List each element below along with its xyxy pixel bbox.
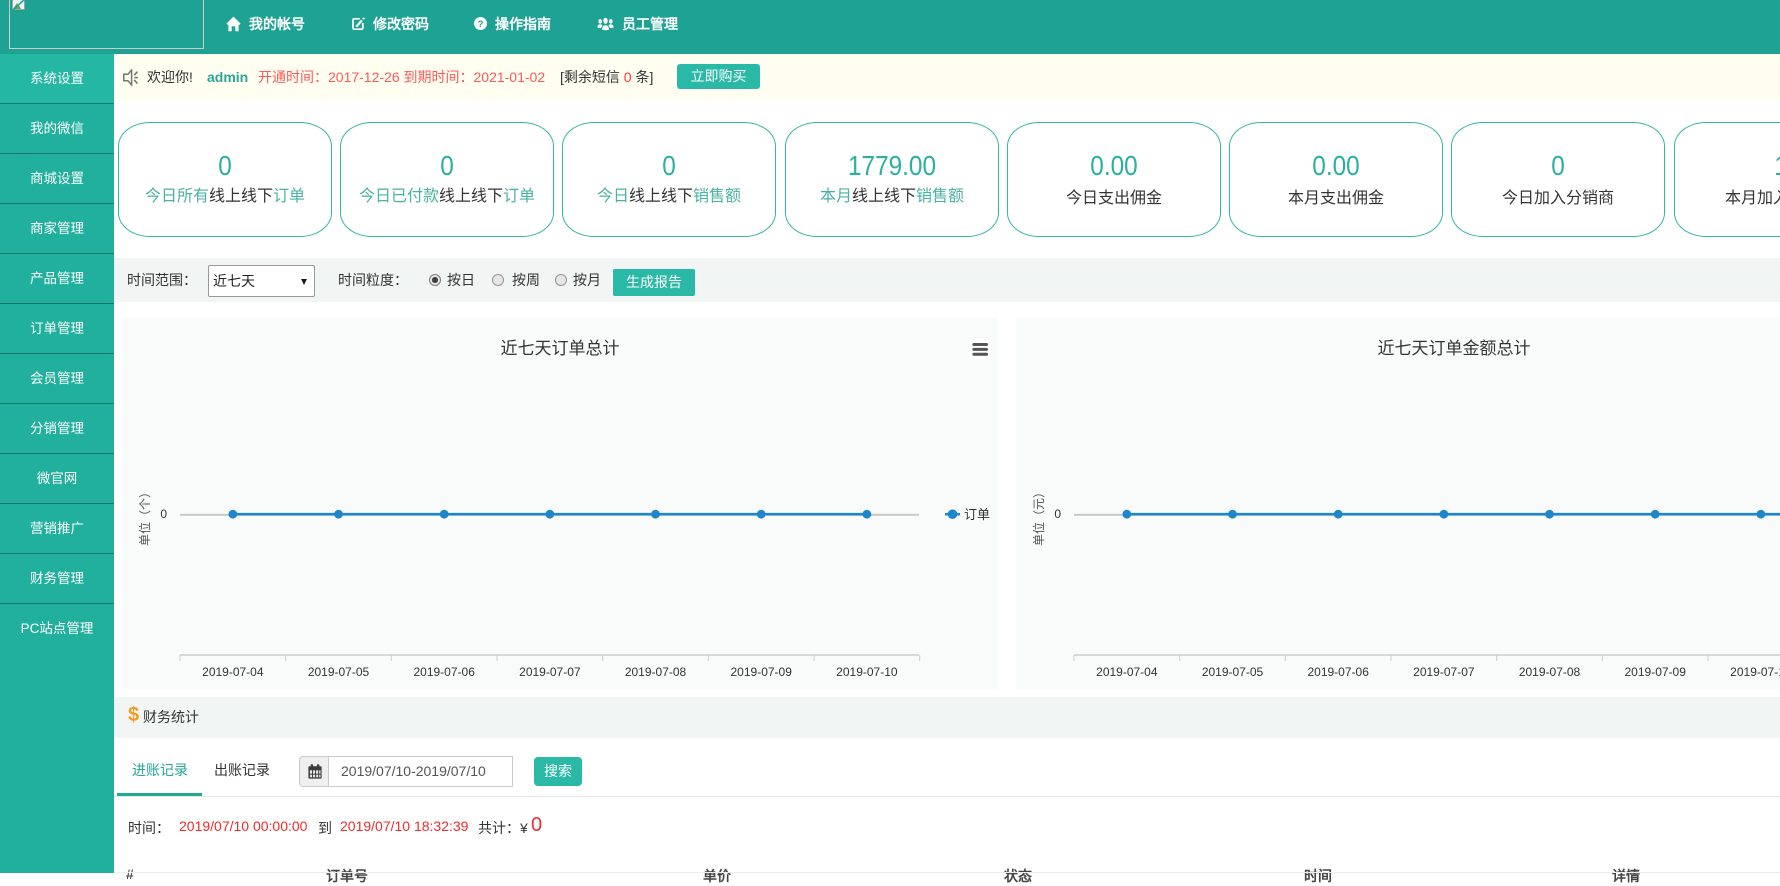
svg-text:订单: 订单 [964, 507, 990, 522]
svg-text:2019-07-04: 2019-07-04 [1096, 665, 1158, 679]
svg-text:2019-07-09: 2019-07-09 [1625, 665, 1687, 679]
svg-text:单位（个）: 单位（个） [137, 486, 152, 546]
svg-text:2019-07-08: 2019-07-08 [625, 665, 687, 679]
svg-text:2019-07-04: 2019-07-04 [202, 665, 264, 679]
svg-text:2019-07-07: 2019-07-07 [1413, 665, 1475, 679]
svg-text:单位（元）: 单位（元） [1031, 486, 1046, 546]
svg-text:2019-07-05: 2019-07-05 [1202, 665, 1264, 679]
svg-text:2019-07-09: 2019-07-09 [731, 665, 793, 679]
svg-text:0: 0 [160, 507, 167, 521]
svg-text:2019-07-08: 2019-07-08 [1519, 665, 1581, 679]
svg-text:2019-07-05: 2019-07-05 [308, 665, 370, 679]
svg-text:2019-07-10: 2019-07-10 [1730, 665, 1780, 679]
svg-text:2019-07-06: 2019-07-06 [413, 665, 475, 679]
svg-text:0: 0 [1054, 507, 1061, 521]
svg-text:?: ? [478, 19, 484, 30]
svg-text:近七天订单金额总计: 近七天订单金额总计 [1378, 339, 1531, 358]
svg-text:2019-07-07: 2019-07-07 [519, 665, 581, 679]
svg-text:2019-07-10: 2019-07-10 [836, 665, 898, 679]
svg-text:近七天订单总计: 近七天订单总计 [501, 339, 620, 358]
svg-text:2019-07-06: 2019-07-06 [1307, 665, 1369, 679]
